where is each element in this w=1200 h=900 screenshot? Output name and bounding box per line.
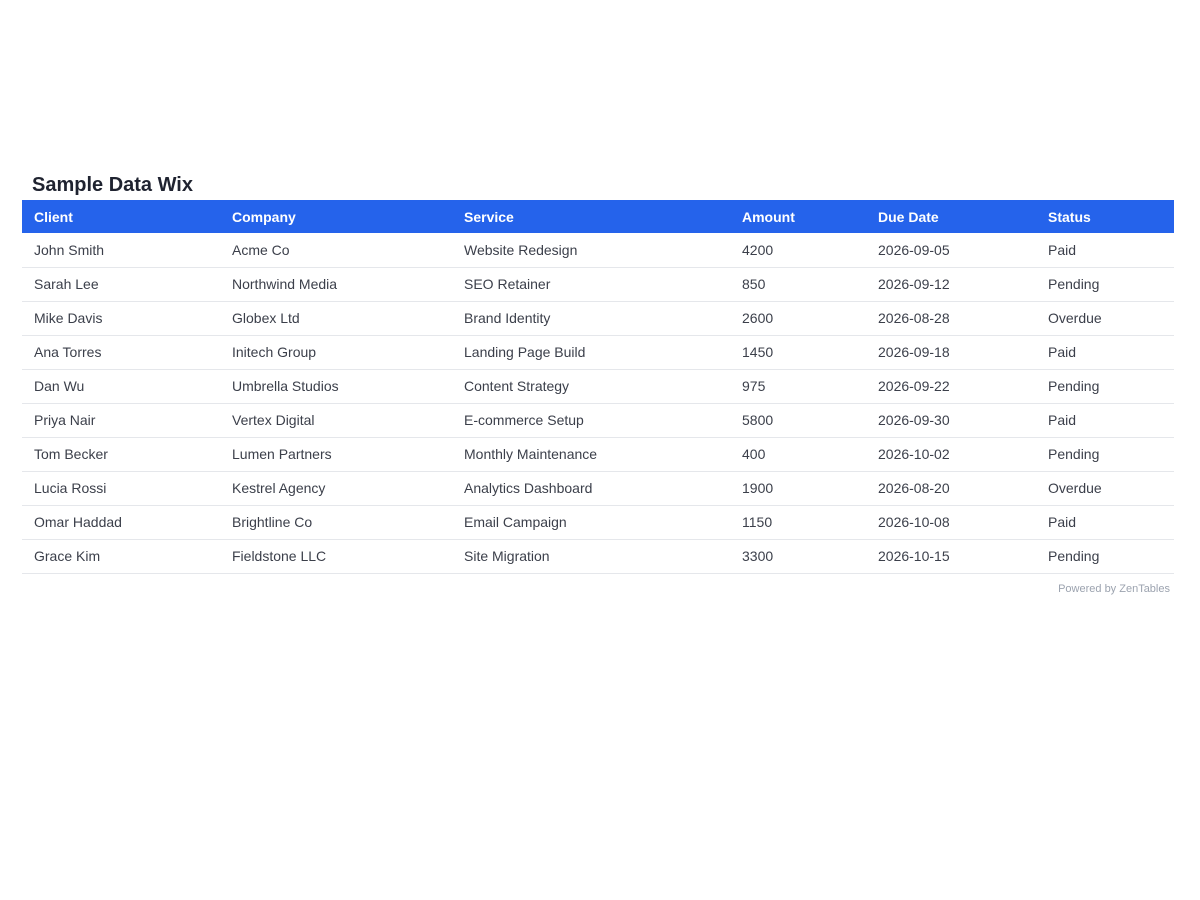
cell-service: SEO Retainer — [464, 276, 551, 292]
page: Sample Data Wix Client Company Service A… — [0, 0, 1200, 900]
table-row: Priya Nair Vertex Digital E-commerce Set… — [22, 403, 1174, 437]
cell-client: Tom Becker — [34, 446, 108, 462]
cell-amount: 1150 — [742, 514, 773, 530]
table-row: Tom Becker Lumen Partners Monthly Mainte… — [22, 437, 1174, 471]
cell-company: Initech Group — [232, 344, 317, 360]
cell-amount: 850 — [742, 276, 766, 292]
table-row: Grace Kim Fieldstone LLC Site Migration … — [22, 539, 1174, 573]
cell-service: Brand Identity — [464, 310, 551, 326]
cell-status: Paid — [1048, 241, 1077, 258]
table-widget: Sample Data Wix Client Company Service A… — [22, 170, 1174, 595]
cell-due-date: 2026-10-08 — [878, 514, 950, 530]
widget-title: Sample Data Wix — [32, 174, 193, 196]
column-header-client[interactable]: Client — [22, 200, 220, 233]
cell-status: Paid — [1048, 344, 1077, 360]
data-table: Client Company Service Amount Due Date S… — [22, 200, 1174, 574]
cell-status: Overdue — [1048, 480, 1102, 496]
cell-amount: 400 — [742, 446, 766, 462]
cell-client: Priya Nair — [34, 412, 96, 428]
powered-by-footer[interactable]: Powered by ZenTables — [22, 574, 1174, 595]
cell-amount: 4200 — [742, 241, 774, 258]
cell-service: Website Redesign — [464, 241, 578, 258]
cell-company: Lumen Partners — [232, 446, 332, 462]
cell-status: Pending — [1048, 446, 1100, 462]
cell-amount: 1900 — [742, 480, 774, 496]
cell-amount: 1450 — [742, 344, 774, 360]
cell-amount: 5800 — [742, 412, 774, 428]
cell-due-date: 2026-10-02 — [878, 446, 950, 462]
cell-due-date: 2026-09-22 — [878, 378, 950, 394]
cell-status: Pending — [1048, 548, 1100, 564]
cell-due-date: 2026-09-18 — [878, 344, 950, 360]
cell-company: Acme Co — [232, 241, 290, 258]
cell-status: Pending — [1048, 276, 1100, 292]
cell-service: E-commerce Setup — [464, 412, 584, 428]
cell-due-date: 2026-10-15 — [878, 548, 950, 564]
cell-status: Paid — [1048, 514, 1077, 530]
cell-company: Fieldstone LLC — [232, 548, 327, 564]
cell-due-date: 2026-09-30 — [878, 412, 950, 428]
cell-status: Overdue — [1048, 310, 1102, 326]
table-header: Client Company Service Amount Due Date S… — [22, 200, 1174, 233]
table-row: Mike Davis Globex Ltd Brand Identity 260… — [22, 301, 1174, 335]
cell-service: Site Migration — [464, 548, 550, 564]
cell-client: Grace Kim — [34, 548, 101, 564]
cell-company: Umbrella Studios — [232, 378, 339, 394]
cell-due-date: 2026-09-05 — [878, 241, 950, 258]
table-row: Lucia Rossi Kestrel Agency Analytics Das… — [22, 471, 1174, 505]
table-row: Ana Torres Initech Group Landing Page Bu… — [22, 335, 1174, 369]
cell-amount: 3300 — [742, 548, 774, 564]
cell-service: Content Strategy — [464, 378, 570, 394]
table-header-row: Client Company Service Amount Due Date S… — [22, 200, 1174, 233]
cell-company: Globex Ltd — [232, 310, 300, 326]
cell-service: Email Campaign — [464, 514, 567, 530]
table-row: Sarah Lee Northwind Media SEO Retainer 8… — [22, 267, 1174, 301]
table-row: Omar Haddad Brightline Co Email Campaign… — [22, 505, 1174, 539]
cell-service: Monthly Maintenance — [464, 446, 598, 462]
cell-due-date: 2026-08-28 — [878, 310, 950, 326]
table-row: John Smith Acme Co Website Redesign 4200… — [22, 233, 1174, 267]
cell-amount: 975 — [742, 378, 766, 394]
cell-company: Kestrel Agency — [232, 480, 326, 496]
cell-service: Analytics Dashboard — [464, 480, 593, 496]
column-header-service[interactable]: Service — [452, 200, 730, 233]
cell-status: Pending — [1048, 378, 1100, 394]
cell-company: Brightline Co — [232, 514, 313, 530]
column-header-company[interactable]: Company — [220, 200, 452, 233]
table-row: Dan Wu Umbrella Studios Content Strategy… — [22, 369, 1174, 403]
cell-amount: 2600 — [742, 310, 774, 326]
column-header-amount[interactable]: Amount — [730, 200, 866, 233]
column-header-status[interactable]: Status — [1036, 200, 1174, 233]
column-header-due-date[interactable]: Due Date — [866, 200, 1036, 233]
cell-client: Omar Haddad — [34, 514, 122, 530]
table-body: John Smith Acme Co Website Redesign 4200… — [22, 233, 1174, 573]
cell-due-date: 2026-09-12 — [878, 276, 950, 292]
cell-client: Lucia Rossi — [34, 480, 107, 496]
cell-client: Sarah Lee — [34, 276, 99, 292]
cell-due-date: 2026-08-20 — [878, 480, 950, 496]
cell-company: Vertex Digital — [232, 412, 315, 428]
cell-company: Northwind Media — [232, 276, 338, 292]
cell-service: Landing Page Build — [464, 344, 586, 360]
cell-client: John Smith — [34, 241, 105, 258]
cell-client: Mike Davis — [34, 310, 103, 326]
cell-client: Ana Torres — [34, 344, 102, 360]
cell-client: Dan Wu — [34, 378, 85, 394]
cell-status: Paid — [1048, 412, 1077, 428]
